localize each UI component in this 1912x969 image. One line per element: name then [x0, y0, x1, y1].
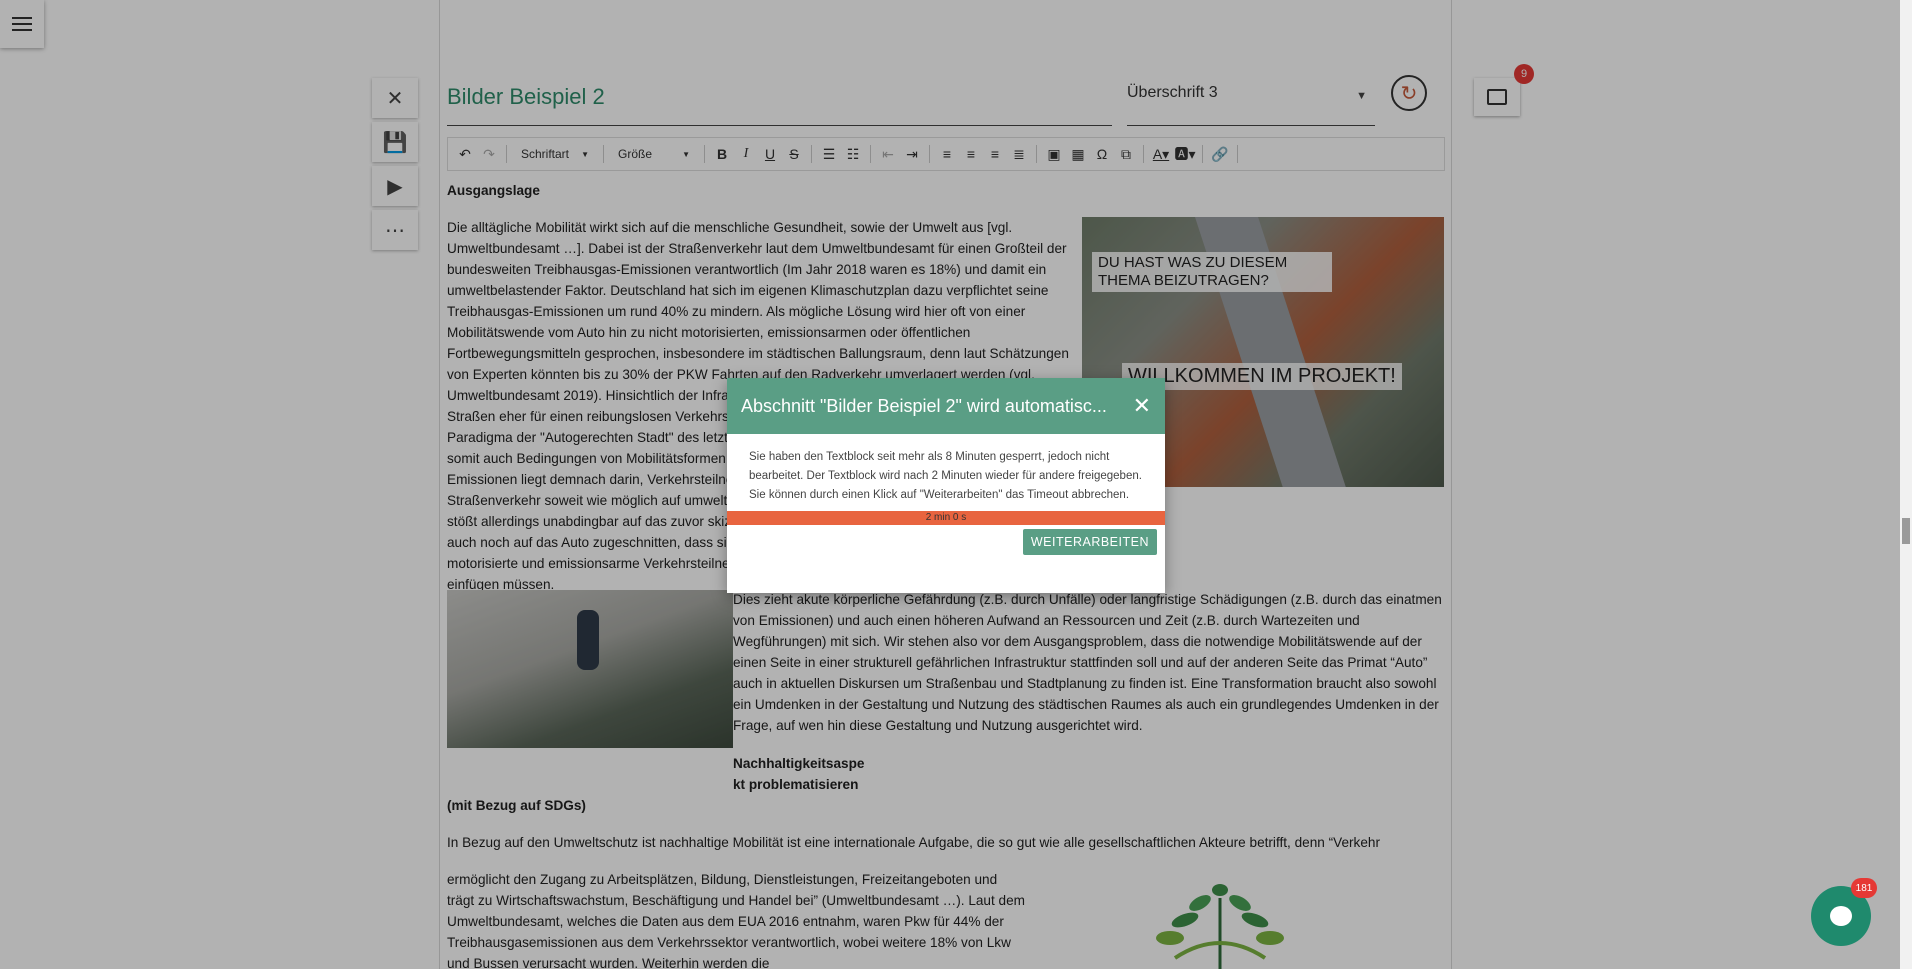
chat-button[interactable]: 181: [1811, 878, 1877, 946]
chat-bubble-icon: [1830, 906, 1852, 926]
dialog-actions: WEITERARBEITEN: [727, 525, 1165, 555]
chat-count-badge: 181: [1851, 878, 1877, 898]
continue-working-button[interactable]: WEITERARBEITEN: [1022, 529, 1157, 555]
timeout-timer: 2 min 0 s: [925, 512, 967, 523]
timeout-progress-bar: 2 min 0 s: [727, 511, 1165, 525]
page-scrollbar[interactable]: [1900, 0, 1912, 969]
close-icon[interactable]: ✕: [1133, 393, 1151, 419]
dialog-body: Sie haben den Textblock seit mehr als 8 …: [727, 434, 1165, 505]
timeout-dialog: Abschnitt "Bilder Beispiel 2" wird autom…: [727, 378, 1165, 593]
dialog-message: Sie haben den Textblock seit mehr als 8 …: [749, 451, 1142, 501]
scrollbar-thumb[interactable]: [1902, 518, 1910, 544]
dialog-title: Abschnitt "Bilder Beispiel 2" wird autom…: [741, 395, 1107, 416]
dialog-header: Abschnitt "Bilder Beispiel 2" wird autom…: [727, 378, 1165, 434]
